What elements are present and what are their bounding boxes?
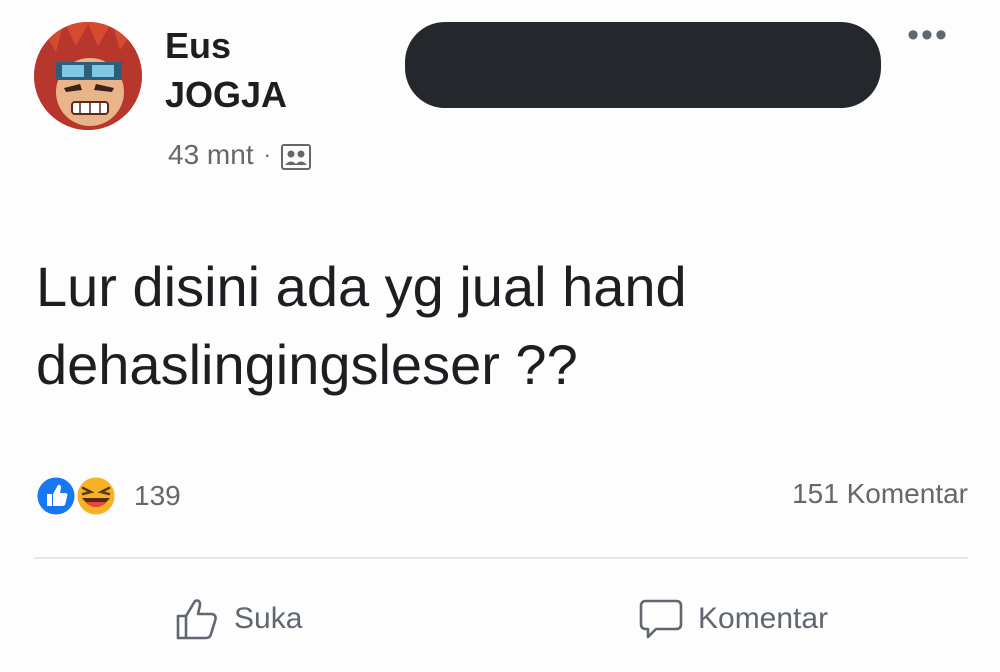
facebook-post: Eus AS JOGJA 43 mnt · ••• Lur disini ada… <box>0 0 1000 672</box>
like-button[interactable]: Suka <box>174 592 302 646</box>
reaction-count: 139 <box>134 480 181 511</box>
group-audience-icon <box>280 142 311 170</box>
meta-separator: · <box>263 142 271 167</box>
comment-button-label: Komentar <box>698 602 829 635</box>
redaction-overlay <box>405 22 881 108</box>
post-meta: 43 mnt · <box>168 136 311 174</box>
thumbs-up-icon <box>176 599 217 640</box>
reactions-summary[interactable]: 139 <box>34 474 181 518</box>
post-timestamp[interactable]: 43 mnt <box>168 136 254 174</box>
more-options-icon[interactable]: ••• <box>900 18 956 52</box>
comment-button[interactable]: Komentar <box>638 592 828 646</box>
author-name-line2[interactable]: JOGJA <box>165 72 287 118</box>
author-avatar[interactable] <box>34 22 142 130</box>
like-button-label: Suka <box>234 602 303 635</box>
author-name-start: Eus <box>165 25 232 66</box>
action-divider <box>34 557 968 559</box>
author-name[interactable]: Eus AS <box>165 22 881 108</box>
comment-bubble-icon <box>639 599 683 639</box>
like-reaction-icon <box>34 474 78 518</box>
comment-count[interactable]: 151 Komentar <box>792 478 968 510</box>
post-text: Lur disini ada yg jual hand dehaslinging… <box>36 255 687 396</box>
reaction-icons <box>34 474 126 518</box>
avatar-image <box>34 22 142 130</box>
haha-reaction-icon <box>74 474 118 518</box>
